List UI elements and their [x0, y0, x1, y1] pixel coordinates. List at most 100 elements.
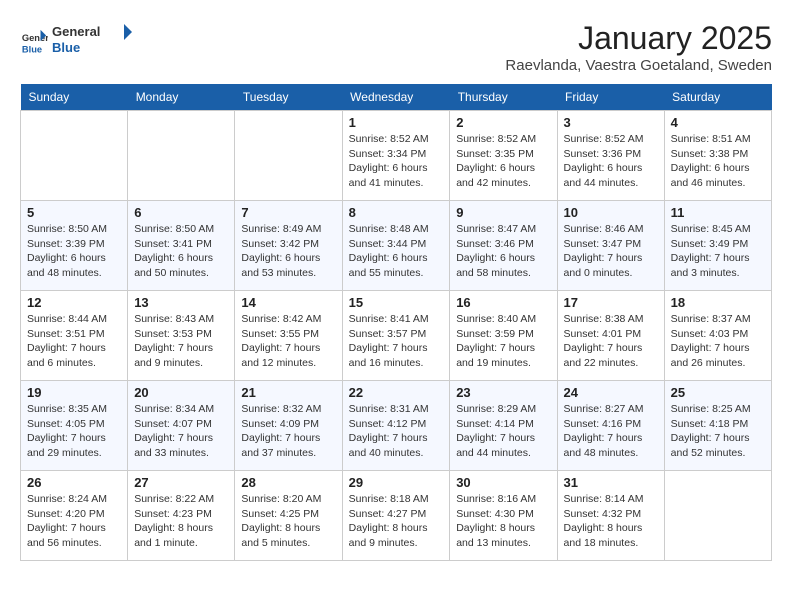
day-number: 7: [241, 205, 335, 220]
weekday-header-wednesday: Wednesday: [342, 84, 450, 111]
day-cell: 21Sunrise: 8:32 AMSunset: 4:09 PMDayligh…: [235, 381, 342, 471]
week-row-5: 26 Sunrise: 8:24 AMSunset: 4:20 PMDayligh…: [21, 471, 772, 561]
weekday-header-friday: Friday: [557, 84, 664, 111]
week-row-2: 5Sunrise: 8:50 AMSunset: 3:39 PMDaylight…: [21, 201, 772, 291]
day-cell: 5Sunrise: 8:50 AMSunset: 3:39 PMDaylight…: [21, 201, 128, 291]
day-cell: 20 Sunrise: 8:34 AMSunset: 4:07 PMDayligh…: [128, 381, 235, 471]
day-info: Sunrise: 8:24 AMSunset: 4:20 PMDaylight:…: [27, 492, 121, 551]
day-number: 21: [241, 385, 335, 400]
day-info: Sunrise: 8:48 AMSunset: 3:44 PMDaylight:…: [349, 222, 444, 281]
calendar: SundayMondayTuesdayWednesdayThursdayFrid…: [20, 84, 772, 561]
day-cell: 3Sunrise: 8:52 AMSunset: 3:36 PMDaylight…: [557, 111, 664, 201]
day-cell: 2 Sunrise: 8:52 AMSunset: 3:35 PMDaylight…: [450, 111, 557, 201]
day-number: 3: [564, 115, 658, 130]
month-title: January 2025: [505, 20, 772, 57]
day-number: 8: [349, 205, 444, 220]
day-number: 28: [241, 475, 335, 490]
weekday-header-sunday: Sunday: [21, 84, 128, 111]
day-number: 4: [671, 115, 765, 130]
day-cell: 16 Sunrise: 8:40 AMSunset: 3:59 PMDayligh…: [450, 291, 557, 381]
day-cell: 10Sunrise: 8:46 AMSunset: 3:47 PMDayligh…: [557, 201, 664, 291]
day-cell: 13 Sunrise: 8:43 AMSunset: 3:53 PMDayligh…: [128, 291, 235, 381]
day-number: 23: [456, 385, 550, 400]
day-info: Sunrise: 8:31 AMSunset: 4:12 PMDaylight:…: [349, 402, 444, 461]
day-number: 12: [27, 295, 121, 310]
day-number: 30: [456, 475, 550, 490]
day-cell: 31 Sunrise: 8:14 AMSunset: 4:32 PMDayligh…: [557, 471, 664, 561]
day-info: Sunrise: 8:52 AMSunset: 3:34 PMDaylight:…: [349, 132, 444, 191]
day-number: 27: [134, 475, 228, 490]
svg-text:Blue: Blue: [22, 44, 42, 54]
day-info: Sunrise: 8:27 AMSunset: 4:16 PMDaylight:…: [564, 402, 658, 461]
day-number: 29: [349, 475, 444, 490]
day-info: Sunrise: 8:18 AMSunset: 4:27 PMDaylight:…: [349, 492, 444, 551]
day-number: 17: [564, 295, 658, 310]
weekday-header-tuesday: Tuesday: [235, 84, 342, 111]
day-number: 25: [671, 385, 765, 400]
day-info: Sunrise: 8:25 AMSunset: 4:18 PMDaylight:…: [671, 402, 765, 461]
day-number: 13: [134, 295, 228, 310]
day-info: Sunrise: 8:40 AMSunset: 3:59 PMDaylight:…: [456, 312, 550, 371]
day-info: Sunrise: 8:16 AMSunset: 4:30 PMDaylight:…: [456, 492, 550, 551]
day-number: 5: [27, 205, 121, 220]
day-info: Sunrise: 8:34 AMSunset: 4:07 PMDaylight:…: [134, 402, 228, 461]
logo: General Blue General Blue: [20, 20, 142, 63]
day-number: 14: [241, 295, 335, 310]
weekday-header-monday: Monday: [128, 84, 235, 111]
day-info: Sunrise: 8:50 AMSunset: 3:41 PMDaylight:…: [134, 222, 228, 281]
day-info: Sunrise: 8:35 AMSunset: 4:05 PMDaylight:…: [27, 402, 121, 461]
day-cell: 7Sunrise: 8:49 AMSunset: 3:42 PMDaylight…: [235, 201, 342, 291]
day-cell: 9 Sunrise: 8:47 AMSunset: 3:46 PMDaylight…: [450, 201, 557, 291]
day-cell: 17 Sunrise: 8:38 AMSunset: 4:01 PMDayligh…: [557, 291, 664, 381]
day-info: Sunrise: 8:22 AMSunset: 4:23 PMDaylight:…: [134, 492, 228, 551]
day-info: Sunrise: 8:52 AMSunset: 3:35 PMDaylight:…: [456, 132, 550, 191]
day-cell: 19 Sunrise: 8:35 AMSunset: 4:05 PMDayligh…: [21, 381, 128, 471]
location: Raevlanda, Vaestra Goetaland, Sweden: [505, 57, 772, 74]
day-number: 9: [456, 205, 550, 220]
title-block: January 2025 Raevlanda, Vaestra Goetalan…: [505, 20, 772, 74]
day-cell: 1Sunrise: 8:52 AMSunset: 3:34 PMDaylight…: [342, 111, 450, 201]
day-cell: 14 Sunrise: 8:42 AMSunset: 3:55 PMDayligh…: [235, 291, 342, 381]
day-info: Sunrise: 8:47 AMSunset: 3:46 PMDaylight:…: [456, 222, 550, 281]
day-info: Sunrise: 8:14 AMSunset: 4:32 PMDaylight:…: [564, 492, 658, 551]
day-info: Sunrise: 8:44 AMSunset: 3:51 PMDaylight:…: [27, 312, 121, 371]
day-number: 24: [564, 385, 658, 400]
day-number: 19: [27, 385, 121, 400]
day-number: 26: [27, 475, 121, 490]
week-row-4: 19 Sunrise: 8:35 AMSunset: 4:05 PMDayligh…: [21, 381, 772, 471]
day-cell: [235, 111, 342, 201]
week-row-1: 1Sunrise: 8:52 AMSunset: 3:34 PMDaylight…: [21, 111, 772, 201]
day-cell: 26 Sunrise: 8:24 AMSunset: 4:20 PMDayligh…: [21, 471, 128, 561]
day-info: Sunrise: 8:45 AMSunset: 3:49 PMDaylight:…: [671, 222, 765, 281]
day-cell: 30 Sunrise: 8:16 AMSunset: 4:30 PMDayligh…: [450, 471, 557, 561]
day-number: 16: [456, 295, 550, 310]
day-cell: 25 Sunrise: 8:25 AMSunset: 4:18 PMDayligh…: [664, 381, 771, 471]
day-cell: [664, 471, 771, 561]
day-number: 11: [671, 205, 765, 220]
page-header: General Blue General Blue January 2025 R…: [20, 20, 772, 74]
day-cell: 18 Sunrise: 8:37 AMSunset: 4:03 PMDayligh…: [664, 291, 771, 381]
day-cell: 23 Sunrise: 8:29 AMSunset: 4:14 PMDayligh…: [450, 381, 557, 471]
day-info: Sunrise: 8:51 AMSunset: 3:38 PMDaylight:…: [671, 132, 765, 191]
day-info: Sunrise: 8:42 AMSunset: 3:55 PMDaylight:…: [241, 312, 335, 371]
svg-text:Blue: Blue: [52, 40, 80, 55]
day-number: 20: [134, 385, 228, 400]
logo-text: General Blue: [52, 20, 142, 63]
day-cell: 24 Sunrise: 8:27 AMSunset: 4:16 PMDayligh…: [557, 381, 664, 471]
day-number: 31: [564, 475, 658, 490]
day-info: Sunrise: 8:43 AMSunset: 3:53 PMDaylight:…: [134, 312, 228, 371]
day-cell: 11 Sunrise: 8:45 AMSunset: 3:49 PMDayligh…: [664, 201, 771, 291]
day-number: 15: [349, 295, 444, 310]
day-number: 10: [564, 205, 658, 220]
day-info: Sunrise: 8:29 AMSunset: 4:14 PMDaylight:…: [456, 402, 550, 461]
weekday-header-saturday: Saturday: [664, 84, 771, 111]
day-info: Sunrise: 8:41 AMSunset: 3:57 PMDaylight:…: [349, 312, 444, 371]
day-info: Sunrise: 8:37 AMSunset: 4:03 PMDaylight:…: [671, 312, 765, 371]
day-info: Sunrise: 8:38 AMSunset: 4:01 PMDaylight:…: [564, 312, 658, 371]
day-number: 2: [456, 115, 550, 130]
day-cell: 29 Sunrise: 8:18 AMSunset: 4:27 PMDayligh…: [342, 471, 450, 561]
day-cell: [21, 111, 128, 201]
day-number: 18: [671, 295, 765, 310]
week-row-3: 12 Sunrise: 8:44 AMSunset: 3:51 PMDayligh…: [21, 291, 772, 381]
day-number: 22: [349, 385, 444, 400]
